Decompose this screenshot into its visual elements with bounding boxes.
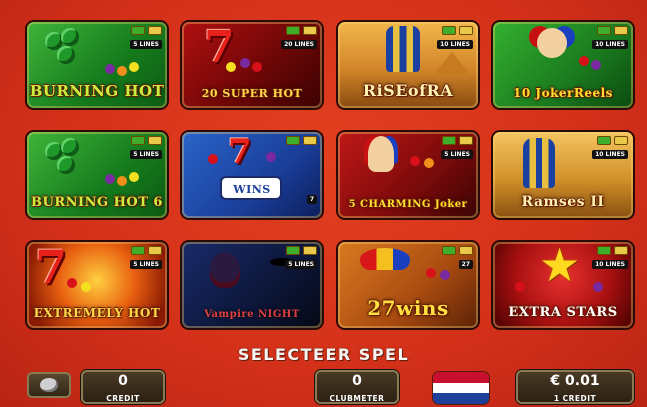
joker-icon [368, 136, 394, 172]
cherry-icon [579, 56, 589, 66]
game-title: 5 CHARMING Joker [348, 199, 468, 210]
feature-badges [442, 136, 473, 145]
lemon-icon [129, 62, 139, 72]
orange-icon [424, 158, 434, 168]
pharaoh-icon [386, 26, 420, 72]
orange-icon [117, 176, 127, 186]
lines-badge: 10 LINES [592, 40, 628, 49]
joker-hat-icon [360, 248, 410, 270]
feature-badges [597, 246, 628, 255]
game-title: BURNING HOT [29, 82, 165, 100]
seven-icon: 7 [35, 242, 68, 294]
game-tile-vampire-night[interactable]: 5 LINES Vampire NIGHT [182, 242, 322, 328]
clubmeter-caption: CLUBMETER [329, 394, 385, 403]
plum-icon [240, 58, 250, 68]
game-title: Vampire NIGHT [204, 309, 300, 320]
feature-badges [131, 26, 162, 35]
orange-icon [117, 66, 127, 76]
game-tile-extra-stars[interactable]: ★ 10 LINES EXTRA STARS [493, 242, 633, 328]
game-tile-ramses-ii[interactable]: 10 LINES Ramses II [493, 132, 633, 218]
plum-icon [593, 282, 603, 292]
lemon-icon [81, 282, 91, 292]
game-title: EXTRA STARS [508, 305, 618, 320]
lines-badge: 7 [306, 195, 317, 204]
feature-badges [597, 136, 628, 145]
lines-badge: 20 LINES [281, 40, 317, 49]
denomination-caption: 1 CREDIT [553, 394, 597, 403]
lines-badge: 5 LINES [130, 150, 162, 159]
feature-badges [597, 26, 628, 35]
seven-icon: 7 [228, 132, 252, 172]
clover-icon [57, 156, 75, 174]
lines-badge: 5 LINES [285, 260, 317, 269]
lemon-icon [129, 172, 139, 182]
feature-badges [442, 246, 473, 255]
cherry-icon [515, 282, 525, 292]
game-title: 10 JokerReels [513, 86, 613, 100]
lines-badge: 10 LINES [437, 40, 473, 49]
lines-badge: 5 LINES [130, 260, 162, 269]
clubmeter-panel: 0 CLUBMETER [315, 370, 399, 404]
lines-badge: 5 LINES [130, 40, 162, 49]
denomination-panel[interactable]: € 0.01 1 CREDIT [516, 370, 634, 404]
cherry-icon [208, 154, 218, 164]
credit-caption: CREDIT [106, 394, 140, 403]
game-title: RiSEofRA [362, 81, 454, 100]
cherry-icon [67, 278, 77, 288]
sound-button[interactable] [27, 372, 71, 398]
clover-icon [57, 46, 75, 64]
plum-icon [105, 174, 115, 184]
lines-badge: 10 LINES [592, 260, 628, 269]
speaker-icon [40, 378, 58, 392]
game-title: 20 SUPER HOT [201, 87, 303, 100]
feature-badges [131, 246, 162, 255]
feature-badges [131, 136, 162, 145]
vampire-icon [210, 252, 240, 288]
plum-icon [105, 64, 115, 74]
star-icon: ★ [539, 242, 581, 292]
feature-badges [286, 26, 317, 35]
plum-icon [266, 152, 276, 162]
credit-panel: 0 CREDIT [81, 370, 165, 404]
game-title: Ramses II [521, 194, 605, 210]
netherlands-flag-icon[interactable] [433, 372, 489, 404]
clover-icon [61, 138, 79, 156]
game-title: WINS [233, 183, 271, 196]
joker-icon [537, 28, 567, 58]
game-tile-extremely-hot[interactable]: 7 5 LINES EXTREMELY HOT [27, 242, 167, 328]
plum-icon [440, 270, 450, 280]
game-tile-burning-hot-6[interactable]: 5 LINES BURNING HOT 6 [27, 132, 167, 218]
game-tile-rise-of-ra[interactable]: 10 LINES RiSEofRA [338, 22, 478, 108]
lines-badge: 27 [458, 260, 473, 269]
lines-badge: 5 LINES [441, 150, 473, 159]
cherry-icon [426, 268, 436, 278]
cherry-icon [252, 62, 262, 72]
plum-icon [591, 60, 601, 70]
lemon-icon [226, 62, 236, 72]
game-tile-10-joker-reels[interactable]: 10 LINES 10 JokerReels [493, 22, 633, 108]
lines-badge: 10 LINES [592, 150, 628, 159]
game-title: 27wins [367, 296, 449, 320]
cherry-icon [410, 156, 420, 166]
clubmeter-value: 0 [352, 373, 362, 389]
pharaoh-icon [523, 138, 555, 188]
game-tile-burning-hot[interactable]: 5 LINES BURNING HOT [27, 22, 167, 108]
game-tile-27-wins[interactable]: 27 27wins [338, 242, 478, 328]
credit-value: 0 [118, 373, 128, 389]
select-game-label: SELECTEER SPEL [237, 345, 410, 364]
feature-badges [286, 136, 317, 145]
game-grid: 5 LINES BURNING HOT 7 20 LINES 20 SUPER … [27, 22, 633, 328]
feature-badges [286, 246, 317, 255]
denomination-value: € 0.01 [550, 373, 600, 389]
pyramid-icon [434, 52, 470, 74]
game-title: EXTREMELY HOT [33, 306, 161, 320]
game-tile-5-charming-joker[interactable]: 5 LINES 5 CHARMING Joker [338, 132, 478, 218]
game-tile-20-super-hot[interactable]: 7 20 LINES 20 SUPER HOT [182, 22, 322, 108]
clover-icon [61, 28, 79, 46]
game-title: BURNING HOT 6 [31, 195, 163, 210]
game-tile-7-wins[interactable]: 7 7 WINS [182, 132, 322, 218]
feature-badges [442, 26, 473, 35]
